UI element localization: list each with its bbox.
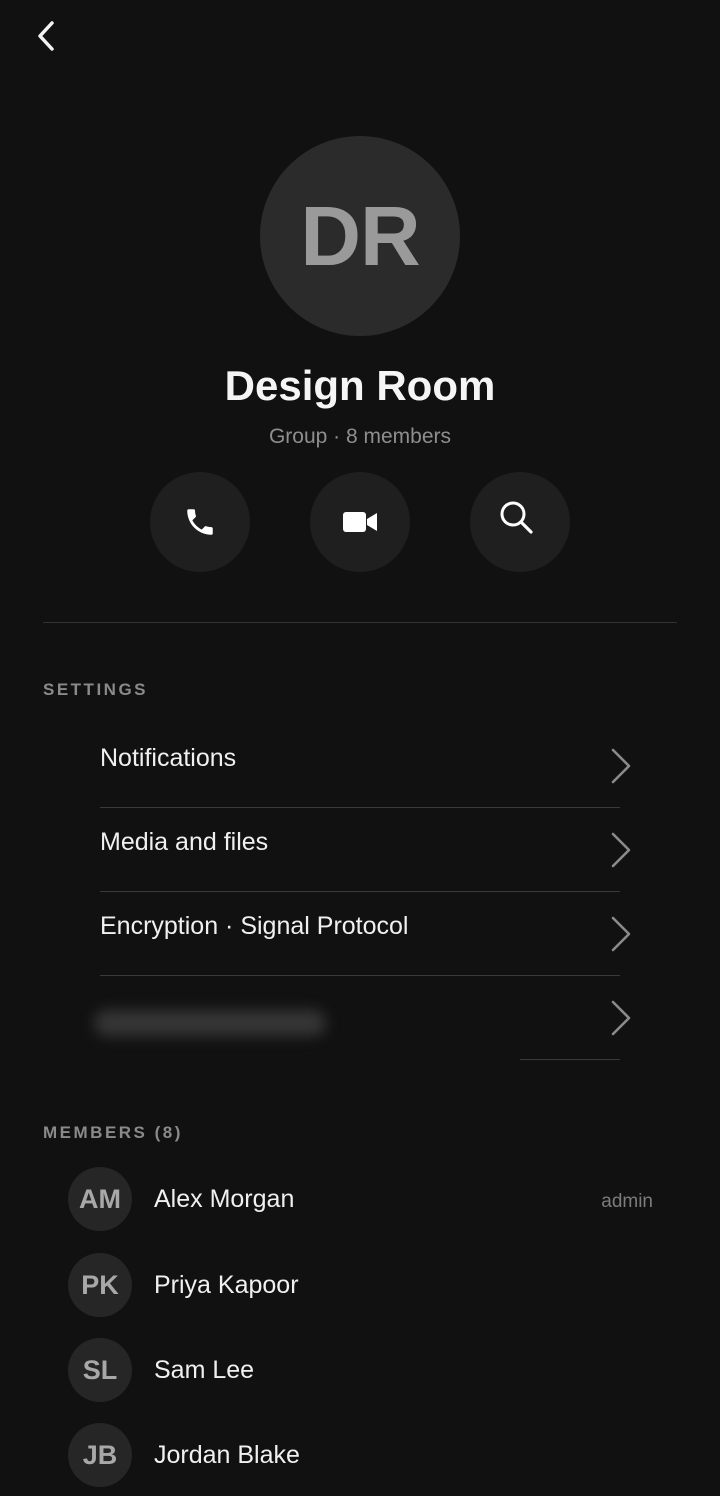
chevron-right-icon: [611, 832, 631, 868]
row-separator: [520, 1059, 620, 1060]
avatar-initials: AM: [79, 1183, 121, 1214]
settings-item-encryption[interactable]: Encryption · Signal Protocol: [100, 892, 631, 976]
call-button[interactable]: [150, 472, 250, 572]
group-avatar-initials: DR: [300, 188, 420, 283]
settings-item-label: Media and files: [100, 828, 269, 856]
avatar: PK: [68, 1253, 132, 1317]
section-divider: [43, 622, 677, 623]
member-role-badge: admin: [601, 1191, 653, 1212]
action-bar: [0, 472, 720, 572]
video-call-button[interactable]: [310, 472, 410, 572]
search-button[interactable]: [470, 472, 570, 572]
avatar-initials: PK: [81, 1269, 119, 1300]
search-icon: [500, 501, 533, 534]
avatar: AM: [68, 1167, 132, 1231]
video-icon: [343, 512, 377, 532]
member-name: Alex Morgan: [154, 1185, 295, 1213]
group-info-screen: DR Design Room Group · 8 members SETTING…: [0, 0, 720, 1496]
chevron-right-icon: [611, 916, 631, 952]
chevron-right-icon: [611, 1000, 631, 1036]
settings-item-label: Encryption · Signal Protocol: [100, 912, 409, 940]
group-name: Design Room: [224, 362, 496, 409]
settings-item-notifications[interactable]: Notifications: [100, 724, 631, 808]
chevron-right-icon: [611, 748, 631, 784]
avatar: JB: [68, 1423, 132, 1487]
group-subtitle: Group · 8 members: [268, 425, 452, 448]
avatar: SL: [68, 1338, 132, 1402]
settings-item-media[interactable]: Media and files: [100, 808, 631, 892]
group-avatar: DR: [260, 136, 460, 336]
avatar-initials: JB: [82, 1439, 118, 1470]
avatar-initials: SL: [82, 1354, 118, 1385]
member-name: Sam Lee: [154, 1356, 255, 1384]
settings-item-label: Notifications: [100, 744, 237, 772]
settings-item-redacted[interactable]: [94, 976, 631, 1060]
member-name: Jordan Blake: [154, 1441, 300, 1469]
settings-heading: SETTINGS: [43, 680, 149, 699]
member-row[interactable]: SL Sam Lee: [68, 1338, 658, 1402]
member-row[interactable]: JB Jordan Blake: [68, 1423, 658, 1487]
redacted-label: [94, 1010, 326, 1036]
member-name: Priya Kapoor: [154, 1271, 299, 1299]
member-row[interactable]: AM Alex Morgan admin: [68, 1167, 658, 1231]
chevron-left-icon: [38, 21, 54, 51]
phone-icon: [187, 509, 213, 535]
members-heading: MEMBERS (8): [43, 1123, 183, 1142]
member-row[interactable]: PK Priya Kapoor: [68, 1253, 658, 1317]
back-button[interactable]: [24, 14, 68, 58]
